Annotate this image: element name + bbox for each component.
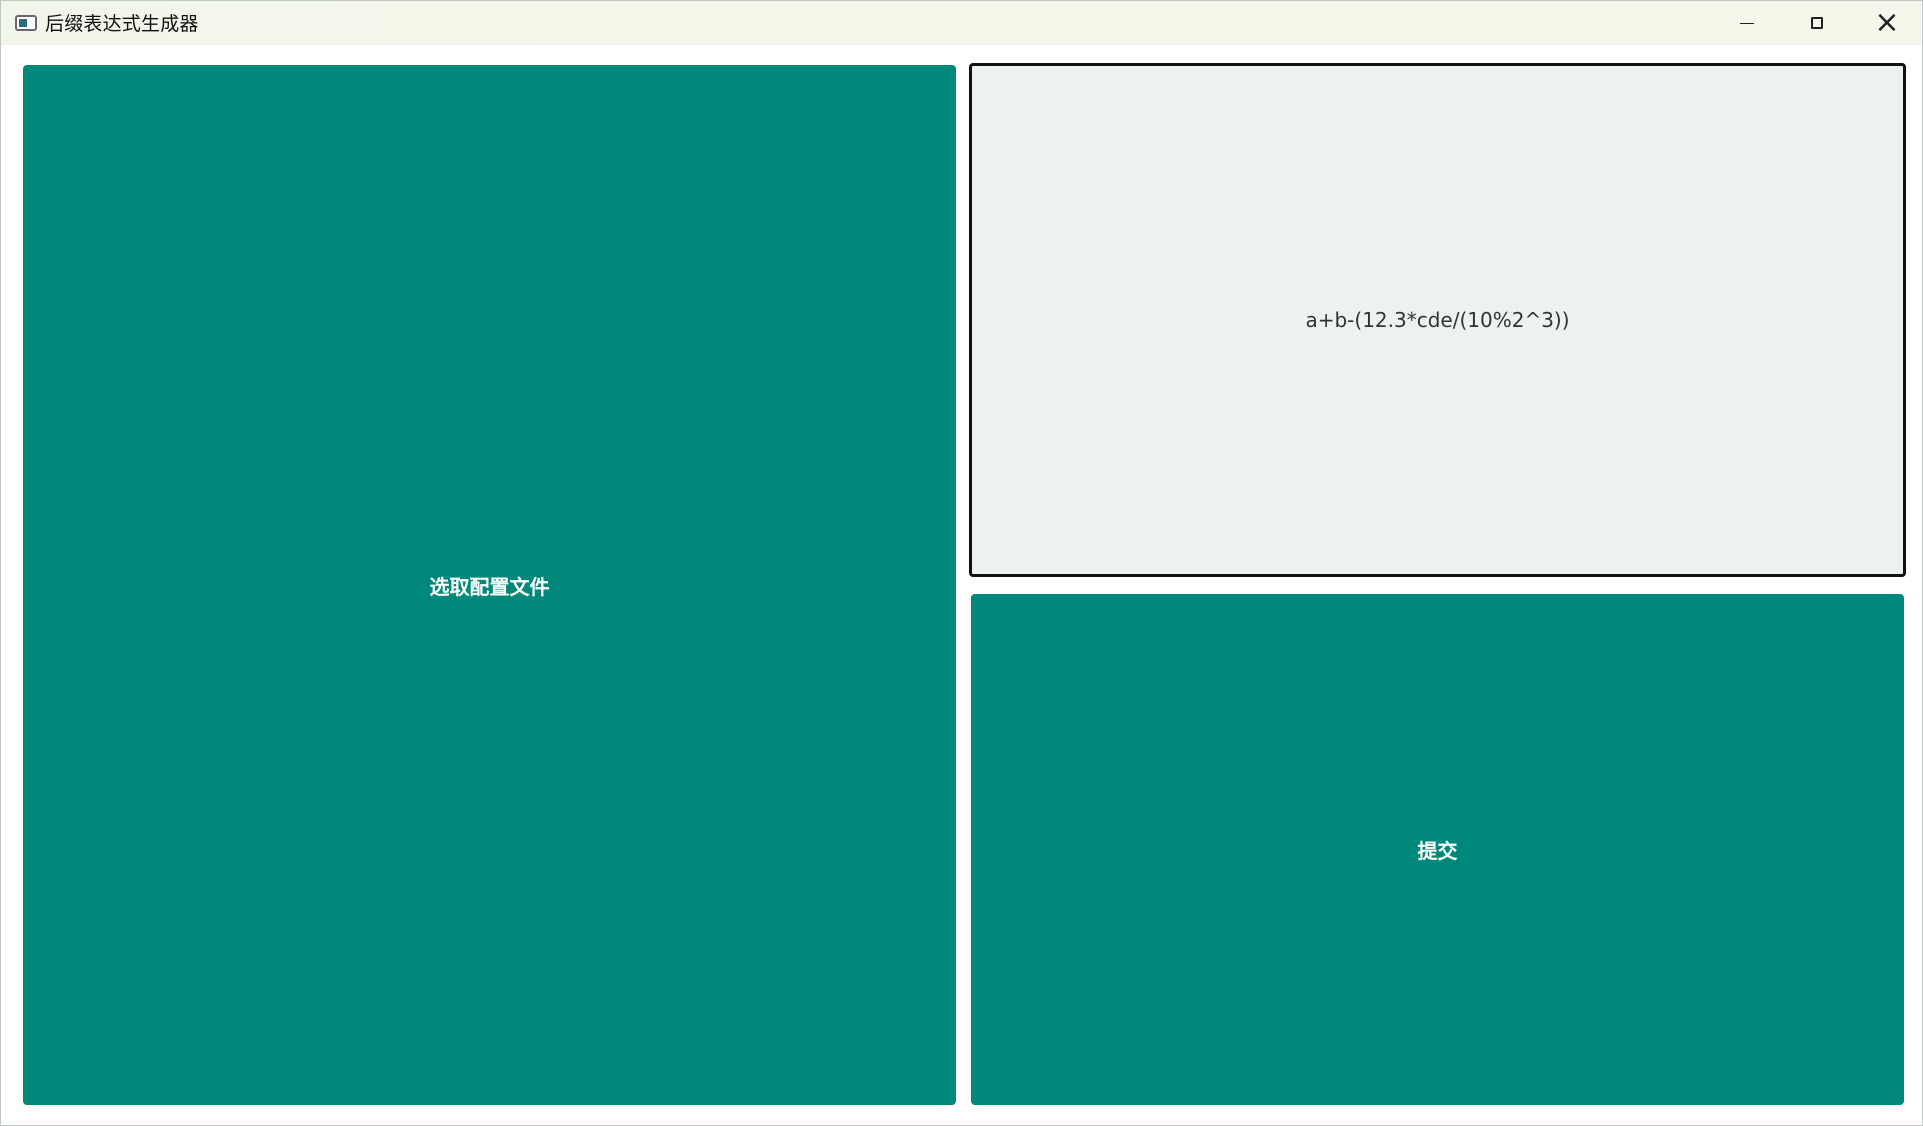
maximize-icon[interactable]	[1782, 1, 1852, 45]
minimize-icon[interactable]	[1712, 1, 1782, 45]
select-config-file-button[interactable]: 选取配置文件	[23, 65, 956, 1105]
main-content: 选取配置文件 提交	[1, 45, 1922, 1125]
expression-input[interactable]	[969, 63, 1906, 577]
window-title: 后缀表达式生成器	[45, 13, 199, 35]
title-bar[interactable]: 后缀表达式生成器 ×	[1, 1, 1922, 45]
app-icon	[15, 14, 37, 31]
submit-button[interactable]: 提交	[971, 594, 1904, 1105]
app-window: 后缀表达式生成器 × 选取配置文件 提交	[0, 0, 1923, 1126]
window-controls: ×	[1712, 1, 1922, 44]
close-icon[interactable]: ×	[1852, 1, 1922, 45]
